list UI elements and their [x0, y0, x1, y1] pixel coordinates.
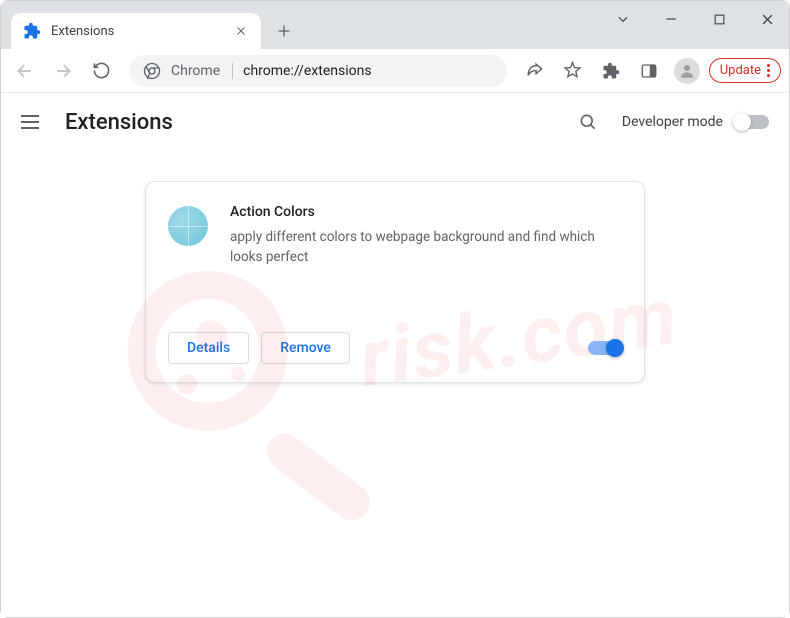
- extension-name: Action Colors: [230, 204, 622, 220]
- extension-enable-toggle[interactable]: [588, 341, 622, 355]
- extension-card: Action Colors apply different colors to …: [145, 181, 645, 383]
- developer-mode: Developer mode: [622, 114, 769, 130]
- extensions-list: Action Colors apply different colors to …: [1, 151, 789, 413]
- reload-button[interactable]: [85, 55, 117, 87]
- search-icon[interactable]: [572, 106, 604, 138]
- remove-button[interactable]: Remove: [261, 332, 350, 364]
- update-label: Update: [720, 63, 761, 78]
- omni-chip: Chrome: [171, 63, 233, 79]
- menu-dots-icon: [767, 64, 770, 77]
- extension-description: apply different colors to webpage backgr…: [230, 228, 622, 267]
- chrome-logo-icon: [143, 62, 161, 80]
- bookmark-icon[interactable]: [557, 55, 589, 87]
- profile-avatar[interactable]: [671, 55, 703, 87]
- back-button[interactable]: [9, 55, 41, 87]
- avatar-icon: [674, 58, 700, 84]
- page-title: Extensions: [65, 110, 552, 135]
- omni-chip-label: Chrome: [171, 63, 220, 79]
- browser-tab[interactable]: Extensions: [11, 13, 261, 49]
- extensions-icon[interactable]: [595, 55, 627, 87]
- puzzle-icon: [23, 22, 41, 40]
- details-button[interactable]: Details: [168, 332, 249, 364]
- url-prefix: chrome://: [243, 63, 304, 79]
- omnibox[interactable]: Chrome chrome://extensions: [129, 55, 507, 87]
- window-controls: [609, 5, 781, 33]
- titlebar: Extensions: [1, 1, 789, 49]
- update-button[interactable]: Update: [709, 58, 781, 83]
- toolbar: Chrome chrome://extensions: [1, 49, 789, 93]
- url-path: extensions: [304, 63, 372, 79]
- side-panel-icon[interactable]: [633, 55, 665, 87]
- close-tab-icon[interactable]: [233, 23, 249, 39]
- caret-down-icon[interactable]: [609, 5, 637, 33]
- developer-mode-label: Developer mode: [622, 114, 723, 130]
- extensions-header: Extensions Developer mode: [1, 93, 789, 151]
- omni-url: chrome://extensions: [243, 63, 371, 79]
- extension-app-icon: [168, 206, 208, 246]
- menu-icon[interactable]: [21, 110, 45, 134]
- new-tab-button[interactable]: [269, 16, 299, 46]
- developer-mode-toggle[interactable]: [735, 115, 769, 129]
- browser-window: Extensions: [0, 0, 790, 618]
- forward-button[interactable]: [47, 55, 79, 87]
- content: risk.com Extensions Developer mode: [1, 93, 789, 617]
- share-icon[interactable]: [519, 55, 551, 87]
- tab-title: Extensions: [51, 24, 233, 39]
- minimize-button[interactable]: [657, 5, 685, 33]
- toolbar-right: Update: [519, 55, 781, 87]
- close-window-button[interactable]: [753, 5, 781, 33]
- maximize-button[interactable]: [705, 5, 733, 33]
